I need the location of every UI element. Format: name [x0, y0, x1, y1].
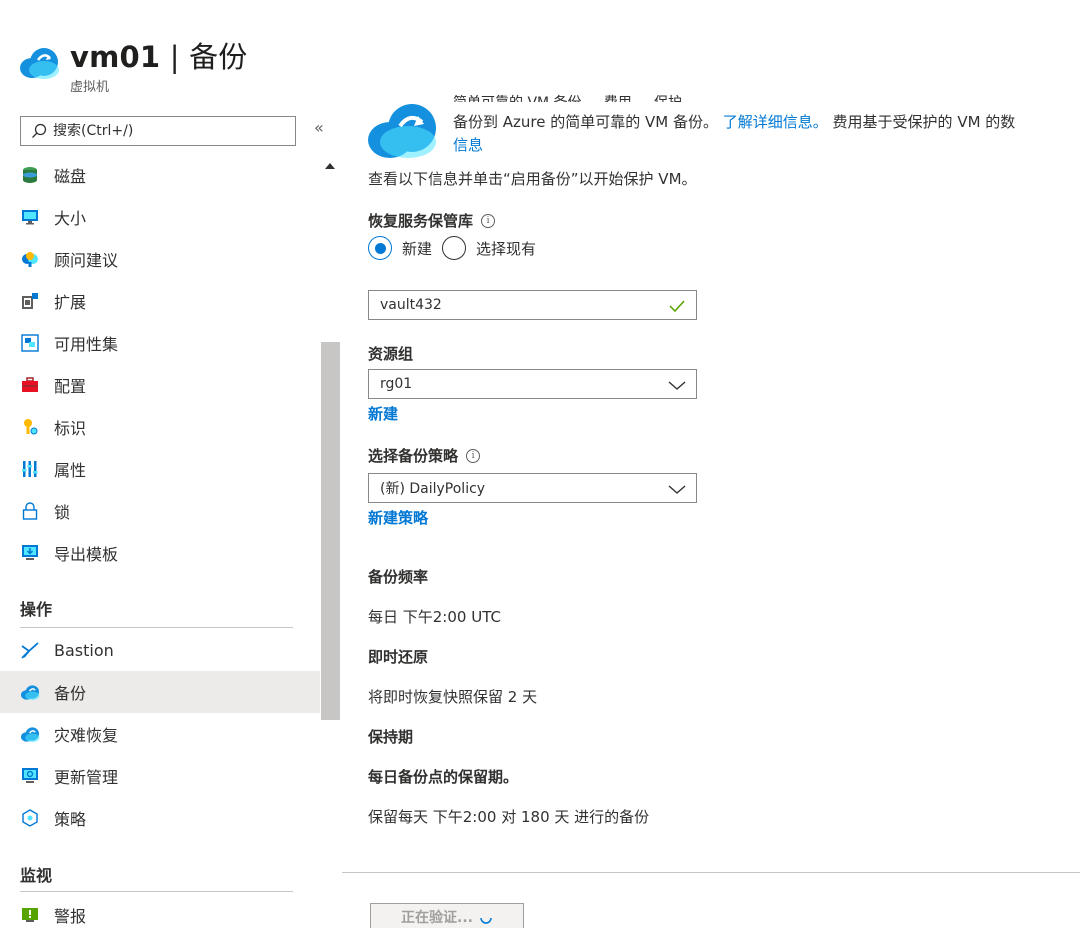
sidebar-item-backup[interactable]: 备份: [0, 671, 320, 713]
vault-label: 恢复服务保管库 i: [368, 210, 496, 231]
backup-policy-dropdown[interactable]: (新) DailyPolicy: [368, 473, 697, 503]
sidebar-item-label: 配置: [54, 377, 87, 396]
search-box[interactable]: [20, 116, 296, 146]
bastion-icon: [20, 640, 40, 660]
backup-cloud-icon: [20, 48, 59, 79]
sidebar-item-label: 警报: [54, 907, 87, 926]
policy-icon: [20, 808, 40, 828]
info-icon[interactable]: i: [466, 448, 481, 463]
export-template-icon: [20, 543, 40, 563]
radio-create-new[interactable]: 新建: [368, 236, 432, 260]
sidebar-item-policy[interactable]: 策略: [0, 797, 320, 839]
resource-group-label: 资源组: [368, 345, 414, 363]
sidebar-item-export-template[interactable]: 导出模板: [0, 532, 320, 574]
sidebar-item-extensions[interactable]: 扩展: [0, 280, 320, 322]
footer-divider: [342, 872, 1080, 873]
instant-restore-value: 将即时恢复快照保留 2 天: [368, 688, 538, 706]
sidebar-item-configuration[interactable]: 配置: [0, 364, 320, 406]
sidebar-item-advisor[interactable]: 顾问建议: [0, 238, 320, 280]
alert-icon: [20, 905, 40, 925]
sidebar-item-label: Bastion: [54, 640, 114, 660]
sidebar-item-disaster-recovery[interactable]: 灾难恢复: [0, 713, 320, 755]
vault-name-input[interactable]: vault432: [368, 290, 697, 320]
learn-more-link[interactable]: 了解详细信息。: [723, 113, 828, 131]
search-input[interactable]: [53, 123, 273, 139]
resource-group-dropdown[interactable]: rg01: [368, 369, 697, 399]
update-management-icon: [20, 766, 40, 786]
policy-label: 选择备份策略 i: [368, 445, 481, 466]
monitor-icon: [20, 207, 40, 227]
sidebar-item-label: 备份: [54, 684, 87, 703]
backup-cloud-icon: [20, 682, 40, 702]
sidebar-item-label: 锁: [54, 503, 71, 522]
chevron-down-icon: [668, 485, 686, 494]
backup-frequency-label: 备份频率: [368, 568, 429, 586]
sidebar-item-label: 标识: [54, 419, 87, 438]
radio-unselected-icon: [442, 236, 467, 260]
sidebar-item-label: 扩展: [54, 293, 87, 312]
vault-radio-group: 新建 选择现有: [368, 236, 546, 260]
page-title: vm01 | 备份: [70, 40, 248, 74]
sidebar-item-update-management[interactable]: 更新管理: [0, 755, 320, 797]
sidebar-item-alerts[interactable]: 警报: [0, 894, 320, 928]
sidebar-item-availability-set[interactable]: 可用性集: [0, 322, 320, 364]
availability-set-icon: [20, 333, 40, 353]
intro-text: 查看以下信息并单击“启用备份”以开始保护 VM。: [368, 170, 697, 188]
disk-icon: [20, 165, 40, 185]
daily-retention-label: 每日备份点的保留期。: [368, 768, 519, 786]
banner-description: 备份到 Azure 的简单可靠的 VM 备份。 了解详细信息。 费用基于受保护的…: [453, 113, 1016, 131]
section-divider: [20, 627, 293, 628]
sidebar-scrollbar-thumb[interactable]: [321, 342, 340, 720]
properties-icon: [20, 459, 40, 479]
sidebar-item-label: 大小: [54, 209, 87, 228]
sidebar-item-label: 可用性集: [54, 335, 119, 354]
sidebar-item-disks[interactable]: 磁盘: [0, 154, 320, 196]
collapse-sidebar-button[interactable]: «: [314, 118, 324, 137]
sidebar-item-label: 灾难恢复: [54, 726, 119, 745]
page-subtitle: 虚拟机: [70, 80, 110, 95]
info-link[interactable]: 信息: [453, 134, 483, 155]
sidebar-item-label: 更新管理: [54, 768, 119, 787]
extensions-icon: [20, 291, 40, 311]
sidebar-item-label: 策略: [54, 810, 87, 829]
sidebar-item-label: 导出模板: [54, 545, 119, 564]
spinner-icon: [480, 917, 492, 924]
disaster-recovery-icon: [20, 724, 40, 744]
sidebar-item-bastion[interactable]: Bastion: [0, 629, 320, 671]
radio-select-existing[interactable]: 选择现有: [442, 236, 536, 260]
sidebar-item-identity[interactable]: 标识: [0, 406, 320, 448]
banner-header-cut: 简单可靠的 VM 备份 ... 费用 ... 保护: [453, 92, 682, 102]
radio-selected-icon: [368, 236, 392, 260]
info-icon[interactable]: i: [481, 213, 496, 228]
advisor-icon: [20, 249, 40, 269]
instant-restore-label: 即时还原: [368, 648, 429, 666]
create-resource-group-link[interactable]: 新建: [368, 403, 398, 424]
section-header-operations: 操作: [20, 600, 53, 619]
sidebar-item-label: 磁盘: [54, 167, 87, 186]
chevron-down-icon: [668, 381, 686, 390]
section-divider: [20, 891, 293, 892]
create-policy-link[interactable]: 新建策略: [368, 507, 428, 528]
sidebar-item-label: 属性: [54, 461, 87, 480]
section-header-monitoring: 监视: [20, 866, 53, 885]
scroll-up-arrow-icon[interactable]: [325, 163, 335, 169]
sidebar-item-label: 顾问建议: [54, 251, 119, 270]
daily-retention-value: 保留每天 下午2:00 对 180 天 进行的备份: [368, 808, 650, 826]
sidebar-item-properties[interactable]: 属性: [0, 448, 320, 490]
checkmark-icon: [669, 300, 685, 313]
sidebar-item-locks[interactable]: 锁: [0, 490, 320, 532]
sidebar-item-size[interactable]: 大小: [0, 196, 320, 238]
lock-icon: [20, 501, 40, 521]
search-icon: [32, 123, 47, 138]
backup-cloud-icon: [368, 104, 436, 158]
toolbox-icon: [20, 375, 40, 395]
validating-button[interactable]: 正在验证...: [370, 903, 524, 928]
backup-frequency-value: 每日 下午2:00 UTC: [368, 608, 501, 626]
retention-label: 保持期: [368, 728, 414, 746]
key-icon: [20, 417, 40, 437]
